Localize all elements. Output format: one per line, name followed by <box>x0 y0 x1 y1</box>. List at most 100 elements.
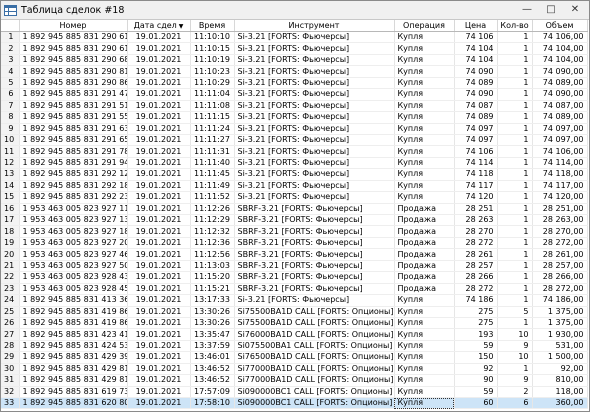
table-row[interactable]: 22 1 953 463 005 823 928 436 19.01.2021 11:… <box>1 271 588 284</box>
volume-cell[interactable]: 28 272,00 <box>532 237 588 250</box>
qty-cell[interactable]: 1 <box>497 31 533 44</box>
time-cell[interactable]: 13:46:52 <box>190 374 235 387</box>
time-cell[interactable]: 13:35:47 <box>190 328 235 341</box>
time-cell[interactable]: 11:12:32 <box>190 225 235 238</box>
trade-number-cell[interactable]: 1 892 945 885 831 292 120 <box>19 168 128 181</box>
price-cell[interactable]: 28 272 <box>454 283 498 296</box>
table-row[interactable]: 31 892 945 885 831 290 680 19.01.2021 11:1… <box>1 54 588 67</box>
qty-cell[interactable]: 1 <box>497 88 533 101</box>
row-number-cell[interactable]: 3 <box>1 54 20 67</box>
date-cell[interactable]: 19.01.2021 <box>127 111 191 124</box>
table-row[interactable]: 15 1 892 945 885 831 292 232 19.01.2021 11:… <box>1 191 588 204</box>
instrument-cell[interactable]: SBRF-3.21 [FORTS: Фьючерсы] <box>234 237 395 250</box>
operation-cell[interactable]: Продажа <box>394 248 455 261</box>
trade-number-cell[interactable]: 1 892 945 885 831 290 618 <box>19 42 128 55</box>
date-cell[interactable]: 19.01.2021 <box>127 363 191 376</box>
price-cell[interactable]: 74 104 <box>454 42 498 55</box>
table-row[interactable]: 33 1 892 945 885 831 620 807 19.01.2021 17:… <box>1 397 588 410</box>
price-cell[interactable]: 28 263 <box>454 214 498 227</box>
table-row[interactable]: 24 1 892 945 885 831 413 368 19.01.2021 13:… <box>1 294 588 307</box>
table-row[interactable]: 10 1 892 945 885 831 291 650 19.01.2021 11:… <box>1 134 588 147</box>
time-cell[interactable]: 11:10:19 <box>190 54 235 67</box>
instrument-cell[interactable]: Si-3.21 [FORTS: Фьючерсы] <box>234 145 395 158</box>
operation-cell[interactable]: Купля <box>394 317 455 330</box>
price-cell[interactable]: 275 <box>454 306 498 318</box>
date-cell[interactable]: 19.01.2021 <box>127 283 191 296</box>
time-cell[interactable]: 11:10:29 <box>190 77 235 90</box>
operation-cell[interactable]: Продажа <box>394 283 455 296</box>
table-row[interactable]: 13 1 892 945 885 831 292 120 19.01.2021 11:… <box>1 168 588 181</box>
instrument-cell[interactable]: Si075500BA1 CALL [FORTS: Опционы] <box>234 340 395 353</box>
qty-cell[interactable]: 1 <box>497 42 533 55</box>
qty-cell[interactable]: 1 <box>497 260 533 273</box>
time-cell[interactable]: 11:11:52 <box>190 191 235 204</box>
table-row[interactable]: 12 1 892 945 885 831 291 940 19.01.2021 11:… <box>1 157 588 170</box>
operation-cell[interactable]: Купля <box>394 111 455 124</box>
maximize-icon[interactable]: □ <box>539 2 563 17</box>
table-row[interactable]: 28 1 892 945 885 831 424 531 19.01.2021 13:… <box>1 340 588 353</box>
header-time[interactable]: Время <box>190 20 235 32</box>
table-row[interactable]: 31 1 892 945 885 831 429 818 19.01.2021 13:… <box>1 374 588 387</box>
operation-cell[interactable]: Купля <box>394 88 455 101</box>
header-qty[interactable]: Кол-во <box>497 20 533 32</box>
trade-number-cell[interactable]: 1 892 945 885 831 292 181 <box>19 180 128 193</box>
row-number-cell[interactable]: 27 <box>1 328 20 341</box>
qty-cell[interactable]: 9 <box>497 340 533 353</box>
row-number-cell[interactable]: 23 <box>1 283 20 296</box>
price-cell[interactable]: 74 090 <box>454 88 498 101</box>
minimize-icon[interactable]: — <box>515 2 539 17</box>
instrument-cell[interactable]: Si-3.21 [FORTS: Фьючерсы] <box>234 294 395 307</box>
price-cell[interactable]: 74 106 <box>454 31 498 44</box>
trade-number-cell[interactable]: 1 892 945 885 831 619 737 <box>19 386 128 399</box>
date-cell[interactable]: 19.01.2021 <box>127 397 191 410</box>
volume-cell[interactable]: 28 266,00 <box>532 271 588 284</box>
operation-cell[interactable]: Купля <box>394 374 455 387</box>
price-cell[interactable]: 74 089 <box>454 111 498 124</box>
row-number-cell[interactable]: 7 <box>1 100 20 113</box>
time-cell[interactable]: 13:30:26 <box>190 306 235 318</box>
header-date[interactable]: Дата сдел ▼ <box>127 20 191 32</box>
operation-cell[interactable]: Купля <box>394 31 455 44</box>
volume-cell[interactable]: 74 089,00 <box>532 77 588 90</box>
volume-cell[interactable]: 74 090,00 <box>532 88 588 101</box>
date-cell[interactable]: 19.01.2021 <box>127 31 191 44</box>
qty-cell[interactable]: 1 <box>497 271 533 284</box>
operation-cell[interactable]: Купля <box>394 100 455 113</box>
instrument-cell[interactable]: Si-3.21 [FORTS: Фьючерсы] <box>234 168 395 181</box>
instrument-cell[interactable]: Si76000BA1D CALL [FORTS: Опционы] <box>234 328 395 341</box>
time-cell[interactable]: 11:11:45 <box>190 168 235 181</box>
qty-cell[interactable]: 1 <box>497 294 533 307</box>
table-row[interactable]: 17 1 953 463 005 823 927 133 19.01.2021 11:… <box>1 214 588 227</box>
time-cell[interactable]: 11:12:29 <box>190 214 235 227</box>
time-cell[interactable]: 11:12:56 <box>190 248 235 261</box>
time-cell[interactable]: 17:58:10 <box>190 397 235 410</box>
volume-cell[interactable]: 74 104,00 <box>532 54 588 67</box>
volume-cell[interactable]: 1 375,00 <box>532 306 588 318</box>
trade-number-cell[interactable]: 1 892 945 885 831 290 613 <box>19 31 128 44</box>
instrument-cell[interactable]: SBRF-3.21 [FORTS: Фьючерсы] <box>234 225 395 238</box>
date-cell[interactable]: 19.01.2021 <box>127 351 191 364</box>
row-number-cell[interactable]: 25 <box>1 306 20 318</box>
time-cell[interactable]: 13:37:59 <box>190 340 235 353</box>
instrument-cell[interactable]: Si-3.21 [FORTS: Фьючерсы] <box>234 134 395 147</box>
qty-cell[interactable]: 1 <box>497 180 533 193</box>
operation-cell[interactable]: Купля <box>394 123 455 135</box>
row-number-cell[interactable]: 30 <box>1 363 20 376</box>
operation-cell[interactable]: Купля <box>394 145 455 158</box>
volume-cell[interactable]: 531,00 <box>532 340 588 353</box>
row-number-cell[interactable]: 18 <box>1 225 20 238</box>
date-cell[interactable]: 19.01.2021 <box>127 157 191 170</box>
time-cell[interactable]: 11:11:40 <box>190 157 235 170</box>
volume-cell[interactable]: 1 930,00 <box>532 328 588 341</box>
trade-number-cell[interactable]: 1 892 945 885 831 419 861 <box>19 306 128 318</box>
instrument-cell[interactable]: Si090000BC1 CALL [FORTS: Опционы] <box>234 397 395 410</box>
table-row[interactable]: 25 1 892 945 885 831 419 861 19.01.2021 13:… <box>1 306 588 318</box>
table-row[interactable]: 29 1 892 945 885 831 429 399 19.01.2021 13:… <box>1 351 588 364</box>
date-cell[interactable]: 19.01.2021 <box>127 77 191 90</box>
time-cell[interactable]: 11:10:15 <box>190 42 235 55</box>
volume-cell[interactable]: 74 106,00 <box>532 145 588 158</box>
table-row[interactable]: 26 1 892 945 885 831 419 862 19.01.2021 13:… <box>1 317 588 330</box>
price-cell[interactable]: 74 104 <box>454 54 498 67</box>
trade-number-cell[interactable]: 1 953 463 005 823 927 462 <box>19 248 128 261</box>
row-number-cell[interactable]: 29 <box>1 351 20 364</box>
